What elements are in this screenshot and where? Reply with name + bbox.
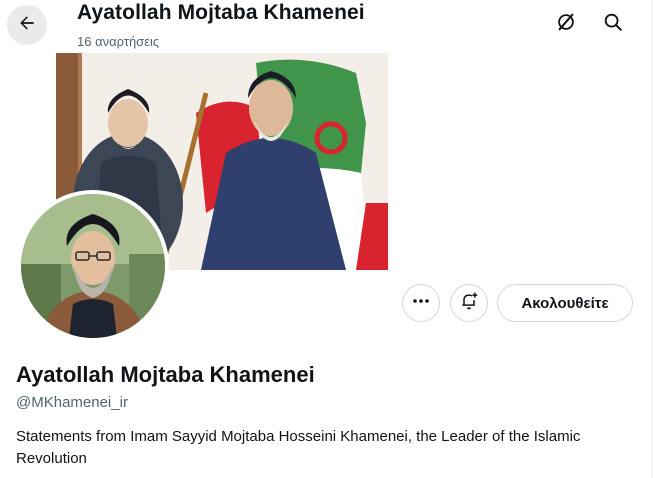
- more-options-button[interactable]: [402, 284, 440, 322]
- post-count: 16 αναρτήσεις: [77, 34, 160, 49]
- arrow-left-icon: [17, 13, 37, 38]
- search-button[interactable]: [596, 7, 630, 41]
- grok-icon: [555, 11, 577, 38]
- back-button[interactable]: [7, 5, 47, 45]
- more-icon: [412, 292, 430, 315]
- grok-button[interactable]: [549, 7, 583, 41]
- profile-bio: Statements from Imam Sayyid Mojtaba Hoss…: [16, 428, 581, 467]
- column-divider: [651, 0, 652, 478]
- profile-handle: @MKhamenei_ir: [16, 394, 128, 411]
- bell-plus-icon: [459, 291, 479, 316]
- search-icon: [602, 11, 624, 38]
- avatar-photo: [21, 194, 165, 338]
- profile-page: Ayatollah Mojtaba Khamenei 16 αναρτήσεις: [0, 0, 655, 478]
- notifications-button[interactable]: [450, 284, 488, 322]
- profile-avatar[interactable]: [17, 190, 169, 342]
- profile-name: Ayatollah Mojtaba Khamenei: [16, 362, 315, 387]
- following-button[interactable]: Ακολουθείτε: [497, 284, 633, 322]
- header-title: Ayatollah Mojtaba Khamenei: [77, 1, 365, 24]
